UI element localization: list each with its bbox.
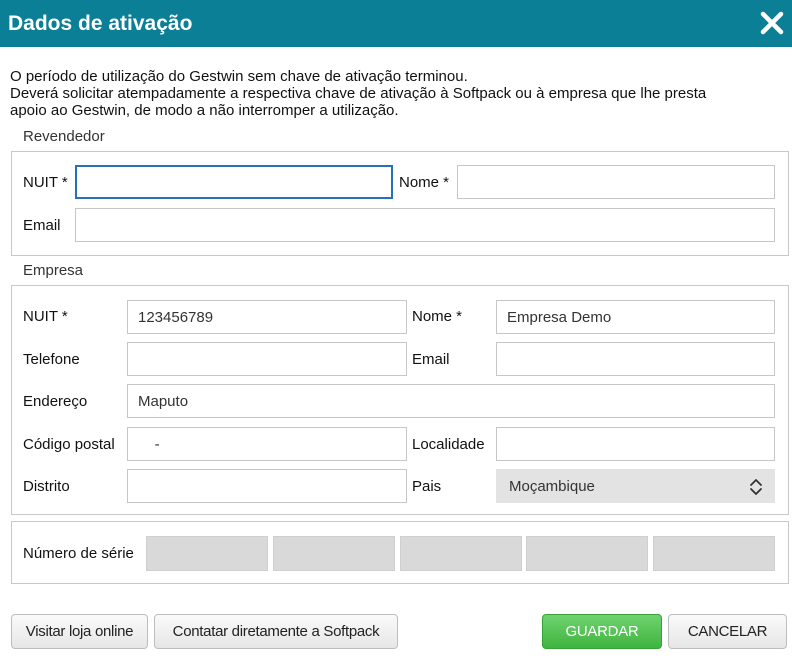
empresa-codigo-postal-input[interactable] (127, 427, 407, 461)
serial-segment-3[interactable] (400, 536, 522, 571)
revendedor-email-label: Email (23, 217, 61, 234)
serial-segment-5[interactable] (653, 536, 775, 571)
revendedor-nome-input[interactable] (457, 165, 775, 199)
dialog-titlebar: Dados de ativação (0, 0, 792, 47)
empresa-nuit-label: NUIT * (23, 308, 68, 325)
empresa-group-label: Empresa (23, 262, 84, 279)
revendedor-group-label: Revendedor (23, 128, 105, 145)
empresa-nuit-input[interactable] (127, 300, 407, 334)
cancel-button[interactable]: CANCELAR (668, 614, 787, 649)
empresa-endereco-input[interactable] (127, 384, 775, 418)
contact-softpack-button[interactable]: Contatar diretamente a Softpack (154, 614, 398, 649)
empresa-distrito-input[interactable] (127, 469, 407, 503)
empresa-nome-input[interactable] (496, 300, 775, 334)
empresa-telefone-label: Telefone (23, 351, 80, 368)
revendedor-email-input[interactable] (75, 208, 775, 242)
notice-line: Deverá solicitar atempadamente a respect… (10, 85, 707, 102)
chevron-up-down-icon (748, 477, 764, 497)
serial-segment-4[interactable] (526, 536, 648, 571)
save-button[interactable]: GUARDAR (542, 614, 662, 649)
empresa-email-input[interactable] (496, 342, 775, 376)
serial-label: Número de série (23, 545, 134, 562)
visit-store-button[interactable]: Visitar loja online (11, 614, 148, 649)
notice-line: apoio ao Gestwin, de modo a não interrom… (10, 102, 399, 119)
empresa-pais-select[interactable]: Moçambique (496, 469, 775, 503)
close-icon[interactable] (758, 9, 786, 37)
empresa-pais-label: Pais (412, 478, 442, 495)
empresa-nome-label: Nome * (412, 308, 463, 325)
empresa-email-label: Email (412, 351, 450, 368)
notice-line: O período de utilização do Gestwin sem c… (10, 68, 468, 85)
empresa-localidade-label: Localidade (412, 436, 485, 453)
revendedor-nuit-input[interactable] (75, 165, 393, 199)
empresa-distrito-label: Distrito (23, 478, 70, 495)
empresa-codigo-postal-label: Código postal (23, 436, 115, 453)
revendedor-nuit-label: NUIT * (23, 174, 68, 191)
empresa-telefone-input[interactable] (127, 342, 407, 376)
empresa-localidade-input[interactable] (496, 427, 775, 461)
notice-text: O período de utilização do Gestwin sem c… (10, 68, 780, 119)
dialog-title: Dados de ativação (8, 12, 193, 35)
empresa-pais-value: Moçambique (509, 477, 595, 495)
empresa-endereco-label: Endereço (23, 393, 88, 410)
revendedor-nome-label: Nome * (399, 174, 450, 191)
serial-segment-1[interactable] (146, 536, 268, 571)
serial-segment-2[interactable] (273, 536, 395, 571)
